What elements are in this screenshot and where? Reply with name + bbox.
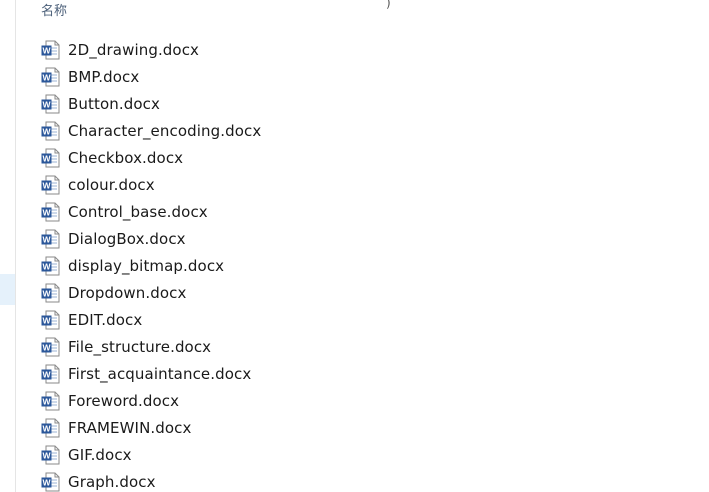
file-name-label: Graph.docx	[68, 472, 156, 491]
file-row[interactable]: W First_acquaintance.docx	[41, 360, 261, 387]
word-document-icon: W	[41, 202, 60, 222]
svg-text:W: W	[42, 369, 51, 379]
word-document-icon: W	[41, 94, 60, 114]
file-row[interactable]: W 2D_drawing.docx	[41, 36, 261, 63]
file-row[interactable]: W GIF.docx	[41, 441, 261, 468]
word-document-icon: W	[41, 229, 60, 249]
word-document-icon: W	[41, 256, 60, 276]
file-row[interactable]: W Dropdown.docx	[41, 279, 261, 306]
file-name-label: Button.docx	[68, 94, 160, 113]
word-document-icon: W	[41, 283, 60, 303]
file-name-label: Dropdown.docx	[68, 283, 187, 302]
file-row[interactable]: W EDIT.docx	[41, 306, 261, 333]
svg-text:W: W	[42, 477, 51, 487]
word-document-icon: W	[41, 364, 60, 384]
file-row[interactable]: W DialogBox.docx	[41, 225, 261, 252]
svg-text:W: W	[42, 261, 51, 271]
file-name-label: Checkbox.docx	[68, 148, 184, 167]
truncated-text-fragment: )	[386, 0, 391, 10]
file-row[interactable]: W File_structure.docx	[41, 333, 261, 360]
word-document-icon: W	[41, 418, 60, 438]
svg-text:W: W	[42, 288, 51, 298]
word-document-icon: W	[41, 445, 60, 465]
file-row[interactable]: W Graph.docx	[41, 468, 261, 492]
file-row[interactable]: W Foreword.docx	[41, 387, 261, 414]
file-list: W 2D_drawing.docx W BMP.docx W Button.do…	[41, 36, 261, 492]
word-document-icon: W	[41, 337, 60, 357]
svg-text:W: W	[42, 234, 51, 244]
svg-text:W: W	[42, 153, 51, 163]
svg-text:W: W	[42, 99, 51, 109]
svg-text:W: W	[42, 396, 51, 406]
file-name-label: 2D_drawing.docx	[68, 40, 200, 59]
file-name-label: First_acquaintance.docx	[68, 364, 252, 383]
file-row[interactable]: W FRAMEWIN.docx	[41, 414, 261, 441]
file-explorer-window: ) 名称 W 2D_drawing.docx W BMP.docx W Butt…	[0, 0, 709, 492]
word-document-icon: W	[41, 391, 60, 411]
file-row[interactable]: W BMP.docx	[41, 63, 261, 90]
svg-text:W: W	[42, 450, 51, 460]
file-row[interactable]: W display_bitmap.docx	[41, 252, 261, 279]
file-row[interactable]: W Control_base.docx	[41, 198, 261, 225]
column-header-name[interactable]: 名称	[41, 2, 67, 22]
svg-text:W: W	[42, 342, 51, 352]
word-document-icon: W	[41, 175, 60, 195]
file-row[interactable]: W Character_encoding.docx	[41, 117, 261, 144]
word-document-icon: W	[41, 148, 60, 168]
word-document-icon: W	[41, 40, 60, 60]
file-name-label: Foreword.docx	[68, 391, 180, 410]
file-name-label: Control_base.docx	[68, 202, 208, 221]
word-document-icon: W	[41, 67, 60, 87]
svg-text:W: W	[42, 207, 51, 217]
file-name-label: display_bitmap.docx	[68, 256, 225, 275]
navigation-pane[interactable]	[0, 0, 16, 492]
svg-text:W: W	[42, 423, 51, 433]
svg-text:W: W	[42, 45, 51, 55]
file-row[interactable]: W Button.docx	[41, 90, 261, 117]
file-name-label: EDIT.docx	[68, 310, 143, 329]
svg-text:W: W	[42, 315, 51, 325]
file-name-label: colour.docx	[68, 175, 155, 194]
file-name-label: GIF.docx	[68, 445, 132, 464]
file-row[interactable]: W colour.docx	[41, 171, 261, 198]
file-name-label: BMP.docx	[68, 67, 140, 86]
svg-text:W: W	[42, 180, 51, 190]
word-document-icon: W	[41, 310, 60, 330]
svg-text:W: W	[42, 126, 51, 136]
file-name-label: FRAMEWIN.docx	[68, 418, 192, 437]
file-name-label: DialogBox.docx	[68, 229, 186, 248]
file-row[interactable]: W Checkbox.docx	[41, 144, 261, 171]
navigation-selected-item[interactable]	[0, 274, 15, 305]
word-document-icon: W	[41, 121, 60, 141]
file-name-label: File_structure.docx	[68, 337, 212, 356]
word-document-icon: W	[41, 472, 60, 492]
svg-text:W: W	[42, 72, 51, 82]
file-name-label: Character_encoding.docx	[68, 121, 262, 140]
